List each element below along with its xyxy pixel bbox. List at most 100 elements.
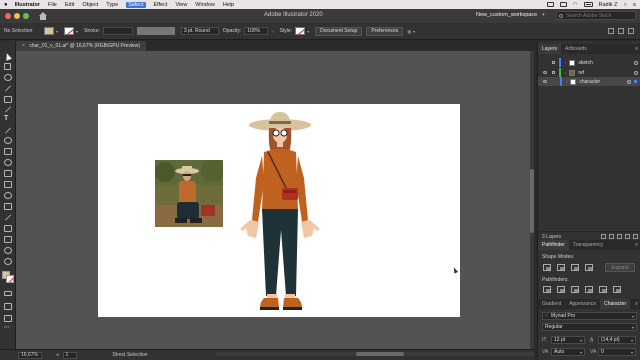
stroke-color-swatch[interactable] <box>6 275 14 283</box>
layer-row-sketch[interactable]: › sketch <box>538 58 640 67</box>
chevron-right-icon[interactable]: › <box>272 29 273 34</box>
blend-tool-icon[interactable] <box>4 225 12 232</box>
eyedropper-tool-icon[interactable] <box>4 214 12 221</box>
minimize-window-button[interactable] <box>14 13 20 19</box>
minus-front-icon[interactable] <box>557 264 565 271</box>
scrollbar-thumb[interactable] <box>356 352 404 356</box>
menu-view[interactable]: View <box>175 2 187 8</box>
fill-swatch[interactable] <box>44 27 54 35</box>
tab-layers[interactable]: Layers <box>538 44 562 54</box>
stock-search-input[interactable]: Search Adobe Stock <box>556 11 636 20</box>
chevron-right-icon[interactable]: › <box>565 60 566 65</box>
layer-row-ref[interactable]: › ref <box>538 68 640 77</box>
more-tools-icon[interactable]: ··· <box>4 325 12 332</box>
panel-menu-icon[interactable]: ≡ <box>635 44 640 54</box>
chevron-down-icon[interactable]: ▾ <box>307 29 309 34</box>
zoom-window-button[interactable] <box>23 13 29 19</box>
menubar-user[interactable]: Radik Z <box>599 2 618 8</box>
chevron-down-icon[interactable]: ▾ <box>542 12 545 18</box>
gradient-tool-icon[interactable] <box>4 203 12 210</box>
close-icon[interactable]: × <box>22 43 25 49</box>
apple-icon[interactable]: ● <box>4 2 8 8</box>
kerning-input[interactable]: Auto ▾ <box>551 348 585 356</box>
pencil-tool-icon[interactable] <box>4 106 12 113</box>
chevron-right-icon[interactable]: › <box>566 79 567 84</box>
draw-mode-icon[interactable] <box>4 303 12 310</box>
grid-icon[interactable]: ▦ <box>407 29 411 34</box>
tab-transparency[interactable]: Transparency <box>569 240 607 250</box>
menu-effect[interactable]: Effect <box>154 2 168 8</box>
new-sublayer-icon[interactable] <box>617 234 622 239</box>
zoom-tool-icon[interactable] <box>4 258 12 265</box>
menu-app-name[interactable]: Illustrator <box>15 2 40 8</box>
menu-file[interactable]: File <box>48 2 57 8</box>
tab-appearance[interactable]: Appearance <box>565 299 600 309</box>
menu-help[interactable]: Help <box>223 2 234 8</box>
graphic-style-swatch[interactable] <box>295 27 306 35</box>
artboard-tool-icon[interactable] <box>4 236 12 243</box>
document-tab[interactable]: × char_01_v_01.ai* @ 16,67% (RGB/GPU Pre… <box>16 41 146 51</box>
width-tool-icon[interactable] <box>4 181 12 188</box>
layer-name[interactable]: ref <box>578 70 584 76</box>
eye-icon[interactable] <box>543 71 547 74</box>
stroke-weight-input[interactable] <box>102 27 133 35</box>
intersect-icon[interactable] <box>571 264 579 271</box>
chevron-down-icon[interactable]: ▾ <box>76 29 78 34</box>
menu-type[interactable]: Type <box>106 2 118 8</box>
artboard-number-input[interactable]: 1 <box>62 351 77 359</box>
lock-icon[interactable] <box>552 61 555 64</box>
panel-menu-icon[interactable] <box>628 28 634 34</box>
panel-menu-icon[interactable]: ≡ <box>635 299 640 309</box>
menu-edit[interactable]: Edit <box>65 2 74 8</box>
font-size-input[interactable]: 12 pt ▾ <box>551 336 585 344</box>
font-family-select[interactable]: ○ Myriad Pro ▾ <box>542 312 637 320</box>
rectangle-tool-icon[interactable] <box>4 96 12 103</box>
divide-icon[interactable] <box>543 286 551 293</box>
layer-name[interactable]: sketch <box>578 60 592 66</box>
search-icon[interactable]: ○ <box>623 2 626 8</box>
align-icon[interactable] <box>608 28 614 34</box>
curvature-tool-icon[interactable] <box>4 85 12 92</box>
vertical-scrollbar[interactable] <box>530 51 534 349</box>
brush-definition-select[interactable]: 3 pt. Round <box>180 27 219 35</box>
crop-icon[interactable] <box>585 286 593 293</box>
trim-icon[interactable] <box>557 286 565 293</box>
canvas[interactable] <box>16 51 534 349</box>
horizontal-scrollbar[interactable] <box>216 352 534 356</box>
shape-builder-tool-icon[interactable] <box>4 192 12 199</box>
layer-row-character[interactable]: › character <box>538 77 640 86</box>
hand-tool-icon[interactable] <box>4 247 12 254</box>
document-setup-button[interactable]: Document Setup <box>315 26 363 36</box>
screen-icon[interactable] <box>546 2 554 7</box>
preferences-button[interactable]: Preferences <box>366 26 404 36</box>
variable-width-profile[interactable] <box>136 27 175 35</box>
trash-icon[interactable] <box>633 234 638 239</box>
close-window-button[interactable] <box>5 13 11 19</box>
battery-icon[interactable] <box>583 2 593 7</box>
locate-object-icon[interactable] <box>601 234 606 239</box>
menu-list-icon[interactable]: ≡ <box>633 2 636 8</box>
outline-icon[interactable] <box>599 286 607 293</box>
menu-select[interactable]: Select <box>126 1 146 8</box>
pen-tool-icon[interactable] <box>4 74 12 81</box>
font-style-select[interactable]: Regular ▾ <box>542 323 637 331</box>
eye-icon[interactable] <box>543 80 547 83</box>
leading-input[interactable]: (14,4 pt) ▾ <box>598 336 636 344</box>
eraser-tool-icon[interactable] <box>4 148 12 155</box>
chevron-down-icon[interactable]: ▾ <box>413 29 415 34</box>
menu-object[interactable]: Object <box>82 2 98 8</box>
transform-icon[interactable] <box>618 28 624 34</box>
shaper-tool-icon[interactable] <box>4 137 12 144</box>
tab-character[interactable]: Character <box>600 299 631 309</box>
exclude-icon[interactable] <box>585 264 593 271</box>
stroke-swatch[interactable] <box>64 27 75 35</box>
target-icon[interactable] <box>627 79 631 84</box>
layer-name[interactable]: character <box>579 79 600 85</box>
zoom-level-input[interactable]: 16,67% <box>18 351 42 359</box>
minus-back-icon[interactable] <box>613 286 621 293</box>
scale-tool-icon[interactable] <box>4 170 12 177</box>
artboard[interactable] <box>98 104 460 317</box>
new-layer-icon[interactable] <box>625 234 630 239</box>
target-icon[interactable] <box>634 70 638 75</box>
previous-artboard-icon[interactable]: ◂ <box>56 352 59 358</box>
